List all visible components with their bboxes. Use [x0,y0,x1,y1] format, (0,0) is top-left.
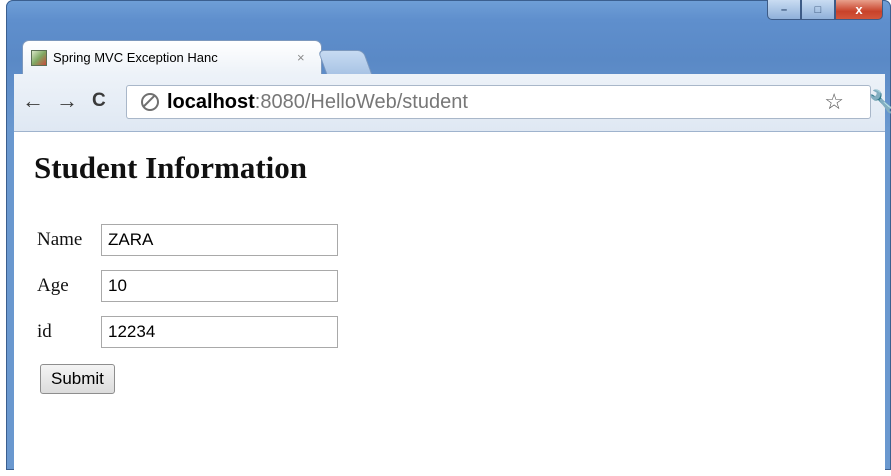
form-row-age: Age [37,270,338,302]
bookmark-star-icon[interactable]: ☆ [824,89,844,115]
forward-arrow-icon[interactable]: → [56,90,78,112]
maximize-button[interactable]: □ [801,0,835,20]
page-title: Student Information [34,150,308,185]
minimize-button[interactable]: – [767,0,801,20]
wrench-menu-icon[interactable]: 🔧 [869,89,891,115]
form-row-id: id [37,316,338,348]
browser-tab[interactable]: Spring MVC Exception Hanc × [22,40,322,74]
address-bar[interactable]: localhost:8080/HelloWeb/student ☆ 🔧 [126,85,891,119]
reload-icon[interactable]: C [92,90,106,112]
submit-button[interactable]: Submit [40,364,115,394]
window-bottom-edge [0,470,891,476]
browser-toolbar: ← → C localhost:8080/HelloWeb/student ☆ … [14,74,891,132]
favicon-icon [31,49,47,66]
id-label: id [37,321,52,342]
page-content: Student Information Name Age id Submit [14,132,885,470]
id-input[interactable] [101,316,338,348]
new-tab-button[interactable] [317,50,373,75]
page-info-icon [141,93,159,111]
form-row-name: Name [37,224,338,256]
age-label: Age [37,275,69,296]
url-path: :8080/HelloWeb/student [254,90,468,113]
tab-close-icon[interactable]: × [297,50,305,65]
close-window-button[interactable]: x [835,0,883,20]
url-host: localhost [167,90,255,113]
age-input[interactable] [101,270,338,302]
url-text[interactable]: localhost:8080/HelloWeb/student [167,91,468,114]
back-arrow-icon[interactable]: ← [22,90,44,112]
name-input[interactable] [101,224,338,256]
window-controls: – □ x [767,0,883,21]
tab-title: Spring MVC Exception Hanc [53,50,218,65]
name-label: Name [37,229,83,250]
